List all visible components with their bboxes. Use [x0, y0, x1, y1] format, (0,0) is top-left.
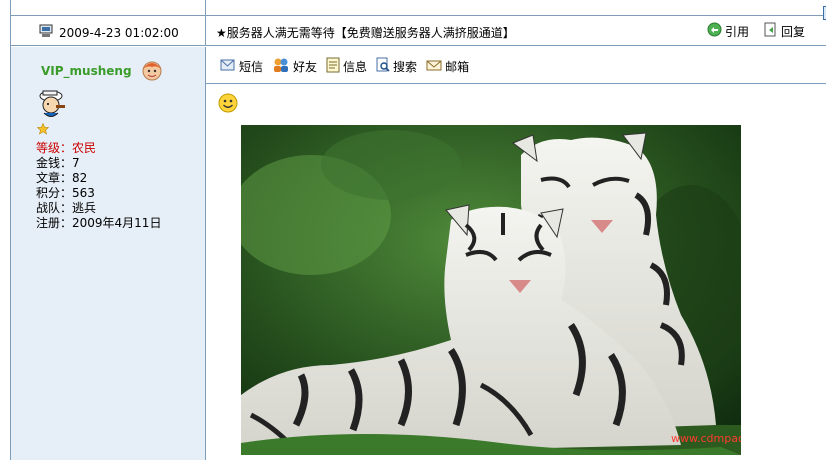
search-icon	[376, 57, 390, 76]
post-frame: 2009-4-23 01:02:00 ★服务器人满无需等待【免费赠送服务器人满挤…	[10, 0, 826, 460]
mail-icon	[426, 57, 442, 76]
top-strip	[11, 0, 826, 16]
user-level: 等级：农民	[36, 141, 97, 155]
message-label: 短信	[239, 60, 264, 74]
quote-label: 引用	[725, 24, 750, 39]
white-tigers-photo: www.cdmpack.com	[241, 125, 741, 455]
search-button[interactable]: 搜索	[376, 57, 417, 76]
message-icon	[220, 57, 236, 76]
user-info: 等级：农民 金钱：7 文章：82 积分：563 战队：逃兵 注册：2009年4月…	[36, 141, 161, 231]
user-toolbar: 短信 好友 信息 搜索 邮箱	[206, 57, 826, 84]
info-icon	[326, 57, 340, 76]
message-button[interactable]: 短信	[220, 57, 263, 76]
quote-button[interactable]: 引用	[707, 22, 749, 40]
info-button[interactable]: 信息	[326, 57, 367, 76]
post-content: 短信 好友 信息 搜索 邮箱 www.cdmpac	[206, 47, 826, 460]
post-time-text: 2009-4-23 01:02:00	[59, 25, 179, 40]
user-registered: 注册：2009年4月11日	[36, 216, 162, 230]
post-time: 2009-4-23 01:02:00	[39, 24, 179, 41]
mail-button[interactable]: 邮箱	[426, 57, 469, 76]
reply-icon	[763, 22, 778, 40]
user-avatar	[36, 87, 70, 124]
computer-icon	[39, 24, 53, 41]
user-sidebar: VIP_musheng 等级：农民 金钱：7 文章：82 积分：563 战队：逃…	[11, 47, 205, 460]
user-status-face-icon	[141, 59, 163, 84]
post-header: 2009-4-23 01:02:00 ★服务器人满无需等待【免费赠送服务器人满挤…	[11, 16, 826, 46]
photo-watermark: www.cdmpack.com	[671, 432, 741, 445]
user-articles: 文章：82	[36, 171, 88, 185]
reply-label: 回复	[781, 24, 806, 39]
username[interactable]: VIP_musheng	[41, 64, 132, 78]
smiley-emoticon-icon	[218, 93, 238, 116]
friend-label: 好友	[293, 60, 318, 74]
rank-star-icon	[36, 122, 50, 138]
user-points: 积分：563	[36, 186, 95, 200]
search-label: 搜索	[393, 60, 418, 74]
friends-icon	[272, 57, 290, 76]
friend-button[interactable]: 好友	[272, 57, 317, 76]
quote-icon	[707, 22, 722, 40]
reply-button[interactable]: 回复	[763, 22, 805, 40]
mail-label: 邮箱	[445, 60, 470, 74]
user-money: 金钱：7	[36, 156, 80, 170]
post-body: VIP_musheng 等级：农民 金钱：7 文章：82 积分：563 战队：逃…	[11, 47, 826, 460]
user-team: 战队：逃兵	[36, 201, 97, 215]
post-title: ★服务器人满无需等待【免费赠送服务器人满挤服通道】	[216, 26, 515, 40]
info-label: 信息	[343, 60, 368, 74]
